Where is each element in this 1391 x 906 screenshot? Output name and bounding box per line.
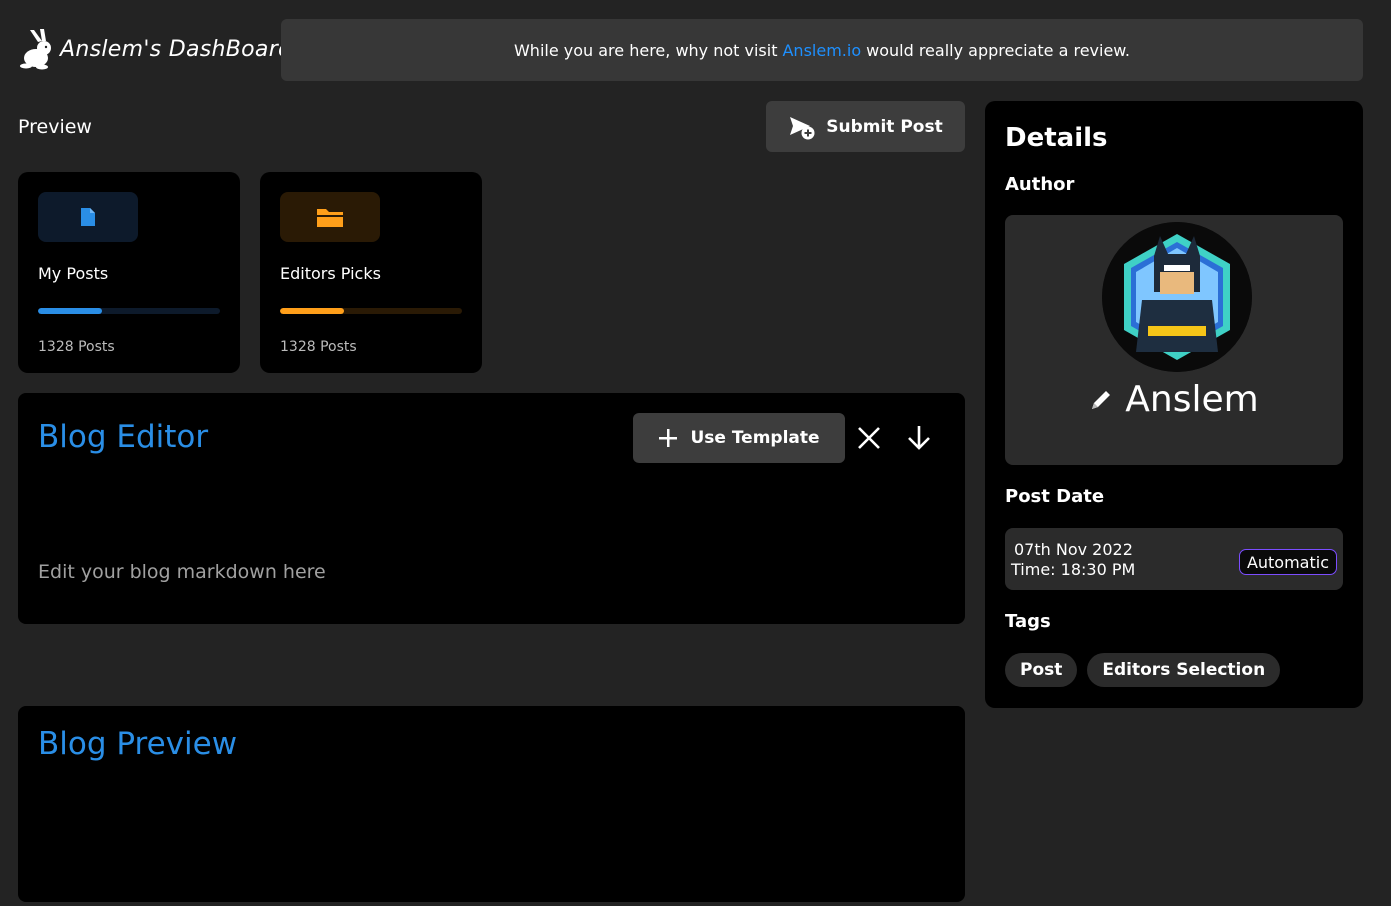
file-icon	[81, 208, 95, 226]
arrow-down-icon	[908, 426, 930, 450]
details-panel: Details Author Anslem Post Date 07th Nov…	[985, 101, 1363, 708]
card-icon-box	[38, 192, 138, 242]
close-icon	[858, 427, 880, 449]
close-editor-button[interactable]	[855, 423, 883, 453]
post-date-box: 07th Nov 2022 Time: 18:30 PM Automatic	[1005, 528, 1343, 590]
date-mode-badge[interactable]: Automatic	[1238, 549, 1337, 575]
blog-editor-title: Blog Editor	[38, 419, 209, 455]
use-template-label: Use Template	[690, 428, 820, 448]
progress-fill	[280, 308, 344, 314]
preview-heading: Preview	[18, 116, 92, 138]
pencil-icon[interactable]	[1089, 388, 1113, 412]
use-template-button[interactable]: Use Template	[633, 413, 845, 463]
banner-prefix: While you are here, why not visit	[513, 40, 778, 60]
details-title: Details	[1005, 123, 1108, 153]
banner-link[interactable]: Anslem.io	[782, 41, 861, 60]
author-name-row: Anslem	[1005, 379, 1343, 420]
brand-title: Anslem's DashBoard	[60, 36, 293, 62]
post-date-heading: Post Date	[1005, 486, 1105, 507]
folder-icon	[317, 209, 343, 227]
card-icon-box	[280, 192, 380, 242]
banner-suffix: would really appreciate a review.	[866, 40, 1130, 60]
progress-fill	[38, 308, 102, 314]
card-count: 1328 Posts	[38, 339, 115, 355]
promo-banner: While you are here, why not visit Anslem…	[281, 19, 1363, 81]
card-title: Editors Picks	[280, 264, 381, 283]
author-card: Anslem	[1005, 215, 1343, 465]
blog-preview: Blog Preview	[18, 706, 965, 902]
author-heading: Author	[1005, 174, 1075, 195]
tag-chip[interactable]: Editors Selection	[1087, 653, 1281, 687]
brand[interactable]: Anslem's DashBoard	[18, 28, 292, 70]
submit-post-label: Submit Post	[826, 116, 943, 137]
blog-preview-title: Blog Preview	[38, 726, 238, 762]
tags-heading: Tags	[1005, 611, 1051, 632]
progress-bar	[280, 308, 462, 314]
card-my-posts[interactable]: My Posts 1328 Posts	[18, 172, 240, 373]
avatar[interactable]	[1102, 222, 1252, 372]
card-editors-picks[interactable]: Editors Picks 1328 Posts	[260, 172, 482, 373]
tags-list: Post Editors Selection	[1005, 653, 1281, 687]
blog-markdown-input[interactable]	[38, 561, 918, 583]
progress-bar	[38, 308, 220, 314]
card-count: 1328 Posts	[280, 339, 357, 355]
download-editor-button[interactable]	[905, 423, 933, 453]
plus-icon	[659, 429, 678, 447]
submit-post-button[interactable]: Submit Post	[766, 101, 965, 152]
tag-chip[interactable]: Post	[1005, 653, 1078, 687]
avatar-image	[1102, 222, 1252, 372]
card-title: My Posts	[38, 264, 109, 283]
blog-editor: Blog Editor Use Template	[18, 393, 965, 624]
rabbit-logo-icon	[20, 29, 51, 70]
author-name: Anslem	[1125, 379, 1259, 420]
send-plus-icon	[790, 116, 815, 139]
